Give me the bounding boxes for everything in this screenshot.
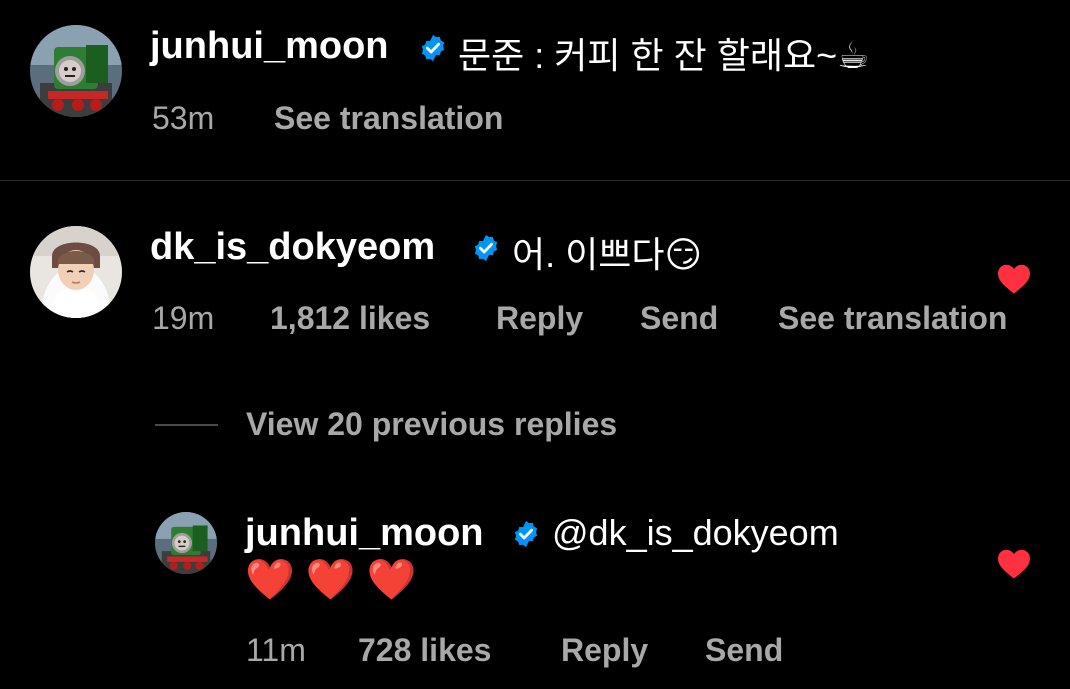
see-translation-link[interactable]: See translation (778, 300, 1007, 337)
view-previous-replies-button[interactable]: View 20 previous replies (246, 406, 617, 443)
reply-mention-link[interactable]: @dk_is_dokyeom (552, 512, 839, 554)
avatar[interactable] (30, 25, 122, 117)
reply-button[interactable]: Reply (561, 632, 648, 669)
avatar[interactable] (155, 512, 217, 574)
see-translation-link[interactable]: See translation (274, 100, 503, 137)
verified-badge-icon (511, 519, 541, 549)
comment-text: 문준 : 커피 한 잔 할래요~☕ (458, 35, 870, 76)
likes-count[interactable]: 728 likes (358, 632, 491, 669)
comment-username[interactable]: dk_is_dokyeom (150, 226, 435, 269)
replies-divider-line (155, 424, 218, 426)
verified-badge-icon (418, 33, 448, 63)
verified-badge-icon (471, 233, 501, 263)
reply-timestamp: 11m (246, 632, 306, 668)
comment-timestamp: 53m (152, 100, 215, 136)
reply-text: ❤️ ❤️ ❤️ (245, 558, 417, 602)
comment-timestamp: 19m (152, 300, 215, 336)
reply-username[interactable]: junhui_moon (245, 512, 484, 555)
reply-button[interactable]: Reply (496, 300, 583, 337)
comment-text: 어. 이쁘다😏 (512, 234, 703, 275)
avatar[interactable] (30, 226, 122, 318)
like-heart-icon[interactable] (996, 548, 1032, 580)
like-heart-icon[interactable] (996, 263, 1032, 295)
send-button[interactable]: Send (705, 632, 783, 669)
section-divider (0, 180, 1070, 181)
send-button[interactable]: Send (640, 300, 718, 337)
likes-count[interactable]: 1,812 likes (270, 300, 430, 337)
comment-username[interactable]: junhui_moon (150, 25, 389, 68)
